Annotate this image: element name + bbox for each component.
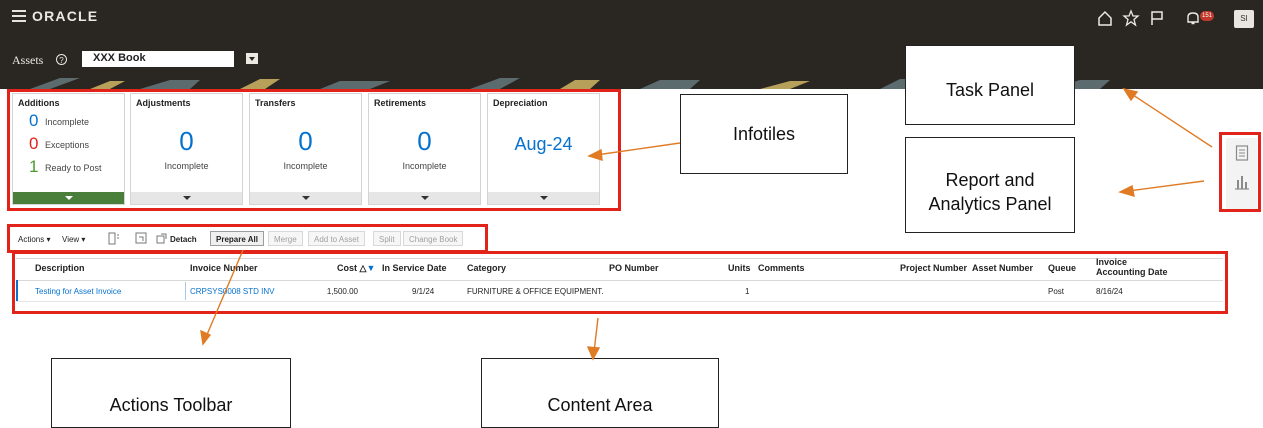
- annotation-arrows: [200, 87, 1213, 361]
